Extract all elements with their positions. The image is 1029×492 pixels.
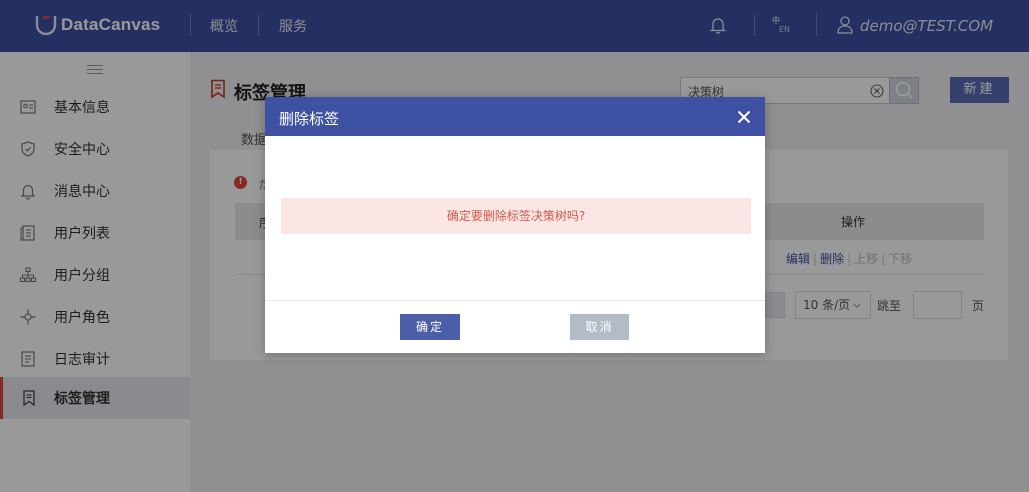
dialog-header: 删除标签 — [265, 97, 765, 136]
delete-tag-dialog: 删除标签 确定要删除标签决策树吗? 确定 取消 — [265, 97, 765, 353]
confirm-button[interactable]: 确定 — [400, 314, 460, 340]
dialog-message: 确定要删除标签决策树吗? — [281, 198, 751, 234]
dialog-title: 删除标签 — [279, 110, 340, 128]
dialog-footer-divider — [265, 300, 765, 301]
close-icon[interactable] — [737, 110, 751, 124]
cancel-button[interactable]: 取消 — [570, 314, 629, 340]
